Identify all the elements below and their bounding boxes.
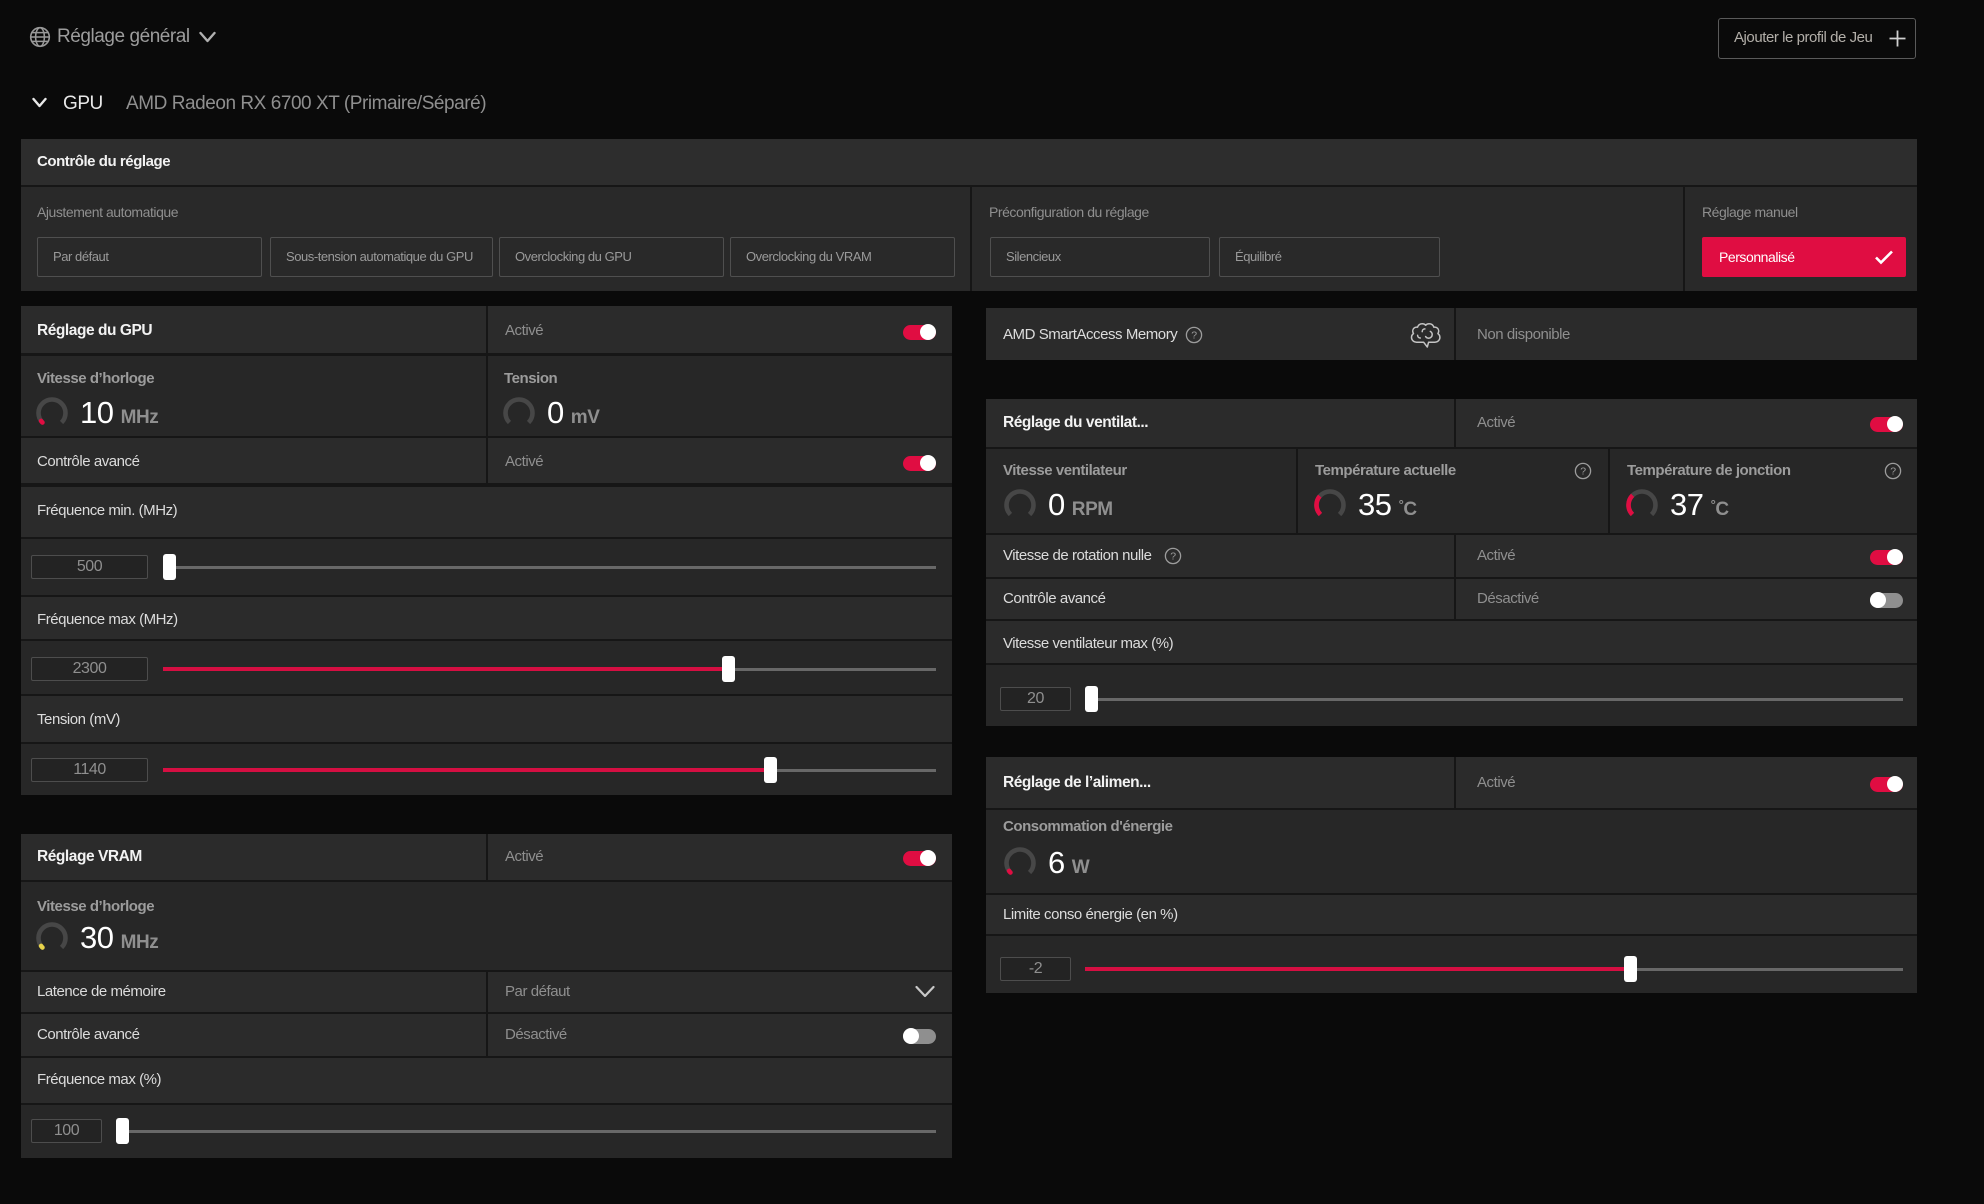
svg-text:?: ? (1580, 466, 1586, 478)
svg-text:?: ? (1170, 551, 1176, 563)
svg-text:?: ? (1191, 330, 1197, 342)
svg-text:?: ? (1890, 466, 1896, 478)
